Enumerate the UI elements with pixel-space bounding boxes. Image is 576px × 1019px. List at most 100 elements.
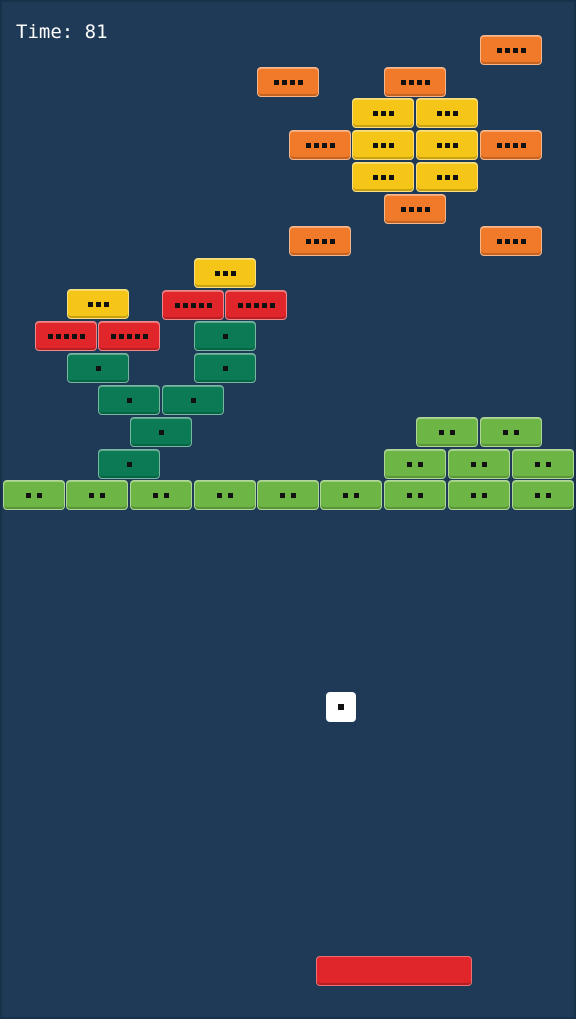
brick-pip [214,270,220,276]
brick-pip [496,47,502,53]
brick-pip [237,302,243,308]
brick-pip [407,492,412,498]
brick-pip [126,397,132,403]
brick-pip [230,270,236,276]
brick-pip [289,79,295,85]
brick-pip [496,238,502,244]
light-green-brick [257,480,319,510]
brick-pip [504,238,510,244]
brick-pip [424,79,430,85]
red-brick [225,290,287,320]
brick-pip [520,238,526,244]
brick-pip [407,461,412,467]
light-green-brick [512,449,574,479]
brick-pip [190,397,196,403]
yellow-brick [416,162,478,192]
light-green-brick [130,480,192,510]
brick-pip [436,110,442,116]
brick-pip [372,142,378,148]
brick-pip [514,429,519,435]
brick-pip [416,79,422,85]
brick-pip [496,142,502,148]
brick-pip [329,142,335,148]
brick-pip [280,492,285,498]
brick-pip [26,492,31,498]
yellow-brick [194,258,256,288]
brick-pip [253,302,259,308]
brick-pip [546,492,551,498]
brick-pip [321,238,327,244]
brick-pip [95,365,101,371]
light-green-brick [3,480,65,510]
yellow-brick [352,130,414,160]
orange-brick [480,35,542,65]
red-brick [162,290,224,320]
brick-pip [408,79,414,85]
brick-pip [400,206,406,212]
brick-pip [372,174,378,180]
brick-pip [153,492,158,498]
brick-pip [245,302,251,308]
brick-pip [321,142,327,148]
yellow-brick [352,98,414,128]
brick-pip [79,333,85,339]
brick-pip [450,429,455,435]
dark-green-brick [130,417,192,447]
dark-green-brick [162,385,224,415]
time-value: 81 [84,21,108,43]
brick-pip [504,142,510,148]
dark-green-brick [194,321,256,351]
orange-brick [384,67,446,97]
brick-pip [313,238,319,244]
brick-pip [329,238,335,244]
yellow-brick [416,130,478,160]
brick-pip [110,333,116,339]
brick-pip [388,110,394,116]
brick-pip [228,492,233,498]
brick-pip [444,110,450,116]
brick-pip [424,206,430,212]
brick-pip [222,333,228,339]
light-green-brick [448,449,510,479]
brick-pip [416,206,422,212]
brick-pip [217,492,222,498]
light-green-brick [66,480,128,510]
brick-pip [47,333,53,339]
brick-pip [436,174,442,180]
light-green-brick [384,449,446,479]
orange-brick [384,194,446,224]
dark-green-brick [67,353,129,383]
ball [326,692,356,722]
yellow-brick [416,98,478,128]
brick-pip [380,142,386,148]
brick-pip [512,47,518,53]
game-board[interactable]: Time: 81 [0,0,576,1019]
orange-brick [289,226,351,256]
brick-pip [471,492,476,498]
brick-pip [313,142,319,148]
time-display: Time: 81 [16,20,108,44]
brick-pip [158,429,164,435]
time-label: Time: [16,21,74,43]
brick-pip [291,492,296,498]
brick-pip [190,302,196,308]
light-green-brick [384,480,446,510]
red-brick [35,321,97,351]
brick-pip [388,142,394,148]
dark-green-brick [98,449,160,479]
brick-pip [520,47,526,53]
brick-pip [269,302,275,308]
brick-pip [482,461,487,467]
paddle[interactable] [316,956,472,986]
brick-pip [343,492,348,498]
brick-pip [95,301,101,307]
brick-pip [444,174,450,180]
brick-pip [354,492,359,498]
orange-brick [480,130,542,160]
brick-pip [126,333,132,339]
brick-pip [535,492,540,498]
light-green-brick [480,417,542,447]
brick-pip [273,79,279,85]
brick-pip [182,302,188,308]
brick-pip [174,302,180,308]
